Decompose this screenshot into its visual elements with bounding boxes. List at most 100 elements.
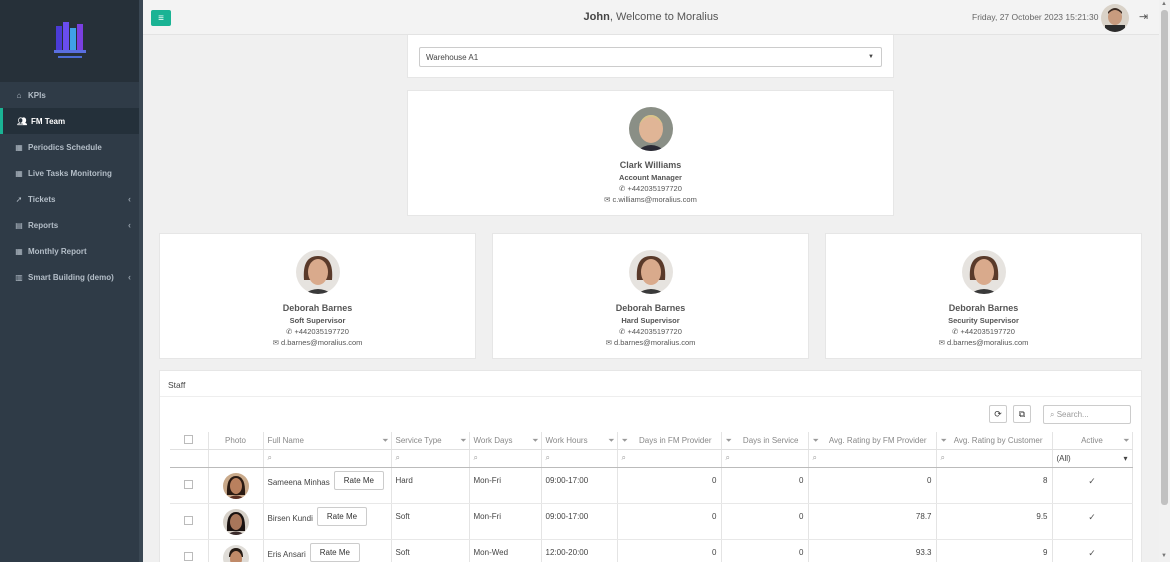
warehouse-select[interactable]: Warehouse A1 ▼ xyxy=(419,47,882,67)
column-header-days-service[interactable]: ⏷ Days in Service xyxy=(721,432,809,450)
refresh-button[interactable]: ⟳ xyxy=(989,405,1007,423)
photo-cell xyxy=(208,503,264,540)
days-service-cell: 0 xyxy=(721,539,809,562)
page-scrollbar[interactable]: ▲ ▼ xyxy=(1159,0,1170,562)
sidebar-item-smart-building[interactable]: ▥ Smart Building (demo) ‹ xyxy=(0,264,139,290)
rating-fm-cell: 78.7 xyxy=(808,503,937,540)
row-select[interactable] xyxy=(170,467,209,504)
envelope-icon: ✉ xyxy=(604,195,613,204)
scroll-down-icon[interactable]: ▼ xyxy=(1161,553,1167,559)
logo-area xyxy=(0,0,139,82)
filter-days-service[interactable]: ⌕ xyxy=(721,449,809,468)
supervisor-role: Soft Supervisor xyxy=(289,316,346,325)
sidebar-item-reports[interactable]: ▤ Reports ‹ xyxy=(0,212,139,238)
table-row[interactable]: Birsen Kundi Rate Me Soft Mon-Fri 09:00-1… xyxy=(170,503,1133,540)
column-label: Work Hours xyxy=(545,435,588,445)
sidebar-item-tickets[interactable]: ➚ Tickets ‹ xyxy=(0,186,139,212)
filter-icon[interactable]: ⏷ xyxy=(532,436,538,446)
logout-icon[interactable]: ⇥ xyxy=(1139,10,1148,23)
table-row[interactable]: Eris Ansari Rate Me Soft Mon-Wed 12:00-20… xyxy=(170,539,1133,562)
column-label: Avg. Rating by Customer xyxy=(953,435,1043,445)
sidebar-item-label: Periodics Schedule xyxy=(28,142,102,152)
filter-cell xyxy=(170,449,209,468)
work-hours-cell: 09:00-17:00 xyxy=(541,467,618,504)
filter-full-name[interactable]: ⌕ xyxy=(263,449,392,468)
calendar-icon: ▦ xyxy=(15,246,23,256)
sidebar-item-live-tasks[interactable]: ▦ Live Tasks Monitoring xyxy=(0,160,139,186)
filter-days-fm[interactable]: ⌕ xyxy=(617,449,722,468)
envelope-icon: ✉ xyxy=(938,338,947,347)
filter-icon[interactable]: ⏷ xyxy=(622,436,628,446)
photo-cell xyxy=(208,539,264,562)
supervisor-phone-value: +442035197720 xyxy=(294,327,349,336)
row-select[interactable] xyxy=(170,503,209,540)
sidebar-item-periodics-schedule[interactable]: ▦ Periodics Schedule xyxy=(0,134,139,160)
active-cell: ✓ xyxy=(1052,503,1133,540)
filter-rating-fm[interactable]: ⌕ xyxy=(808,449,937,468)
sidebar-divider xyxy=(139,0,143,562)
filter-icon[interactable]: ⏷ xyxy=(460,436,466,446)
scrollbar-thumb[interactable] xyxy=(1161,10,1168,505)
filter-work-hours[interactable]: ⌕ xyxy=(541,449,618,468)
company-logo[interactable] xyxy=(50,20,90,62)
caret-down-icon: ▾ xyxy=(1123,453,1128,463)
filter-icon[interactable]: ⏷ xyxy=(813,436,819,446)
column-chooser-button[interactable]: ⧉ xyxy=(1013,405,1031,423)
column-header-rating-customer[interactable]: ⏷ Avg. Rating by Customer xyxy=(936,432,1053,450)
search-icon: ⌕ xyxy=(1050,410,1057,419)
filter-active-value: (All) xyxy=(1056,453,1071,463)
supervisor-photo xyxy=(628,250,673,294)
filter-icon[interactable]: ⏷ xyxy=(382,436,388,446)
filter-rating-customer[interactable]: ⌕ xyxy=(936,449,1053,468)
filter-active-select[interactable]: (All) ▾ xyxy=(1052,449,1133,468)
supervisor-phone: ✆ +442035197720 xyxy=(826,327,1141,336)
column-header-photo[interactable]: Photo xyxy=(208,432,264,450)
column-header-days-fm[interactable]: ⏷ Days in FM Provider xyxy=(617,432,722,450)
column-header-work-hours[interactable]: Work Hours ⏷ xyxy=(541,432,618,450)
rate-me-button[interactable]: Rate Me xyxy=(333,470,384,490)
filter-icon[interactable]: ⏷ xyxy=(1123,436,1129,446)
row-checkbox[interactable] xyxy=(184,479,194,489)
staff-photo xyxy=(222,508,249,535)
column-label: Active xyxy=(1081,435,1103,445)
row-checkbox[interactable] xyxy=(184,515,194,525)
table-row[interactable]: Sameena Minhas Rate Me Hard Mon-Fri 09:00… xyxy=(170,467,1133,504)
column-header-rating-fm[interactable]: ⏷ Avg. Rating by FM Provider xyxy=(808,432,937,450)
scroll-up-icon[interactable]: ▲ xyxy=(1161,1,1167,7)
row-checkbox[interactable] xyxy=(184,551,194,561)
calendar-icon: ▦ xyxy=(15,142,23,152)
supervisor-email: ✉ d.barnes@moralius.com xyxy=(493,338,808,347)
user-avatar[interactable] xyxy=(1101,4,1129,32)
filter-icon[interactable]: ⏷ xyxy=(726,436,732,446)
search-input[interactable]: ⌕ Search... xyxy=(1043,405,1131,424)
sidebar-item-kpis[interactable]: ⌂ KPIs xyxy=(0,82,139,108)
days-service-cell: 0 xyxy=(721,503,809,540)
supervisor-email: ✉ d.barnes@moralius.com xyxy=(160,338,475,347)
manager-phone: ✆ +442035197720 xyxy=(408,184,893,193)
sidebar-item-monthly-report[interactable]: ▦ Monthly Report xyxy=(0,238,139,264)
column-header-full-name[interactable]: Full Name ⏷ xyxy=(263,432,392,450)
filter-service-type[interactable]: ⌕ xyxy=(391,449,470,468)
filter-icon[interactable]: ⏷ xyxy=(608,436,614,446)
users-icon: 👥︎ xyxy=(17,116,28,126)
sidebar-item-label: Reports xyxy=(28,220,59,230)
select-all-header[interactable] xyxy=(170,432,209,450)
column-header-work-days[interactable]: Work Days ⏷ xyxy=(469,432,542,450)
staff-name: Birsen Kundi xyxy=(267,513,313,523)
sidebar-item-fm-team[interactable]: 👥︎ FM Team xyxy=(0,108,139,134)
table-header-row: Photo Full Name ⏷ Service Type ⏷ Work Days… xyxy=(170,432,1133,450)
rate-me-button[interactable]: Rate Me xyxy=(316,506,368,526)
column-header-active[interactable]: Active ⏷ xyxy=(1052,432,1133,450)
filter-icon[interactable]: ⏷ xyxy=(941,436,947,446)
select-all-checkbox[interactable] xyxy=(184,434,194,444)
supervisor-name: Deborah Barnes xyxy=(615,303,686,313)
rate-me-button[interactable]: Rate Me xyxy=(309,542,360,562)
manager-email-value: c.williams@moralius.com xyxy=(612,195,697,204)
work-days-cell: Mon-Wed xyxy=(469,539,542,562)
column-header-service-type[interactable]: Service Type ⏷ xyxy=(391,432,470,450)
search-icon: ⌕ xyxy=(725,453,730,462)
filter-work-days[interactable]: ⌕ xyxy=(469,449,542,468)
row-select[interactable] xyxy=(170,539,209,562)
full-name-cell: Birsen Kundi Rate Me xyxy=(263,503,392,540)
chevron-left-icon: ‹ xyxy=(128,194,131,204)
